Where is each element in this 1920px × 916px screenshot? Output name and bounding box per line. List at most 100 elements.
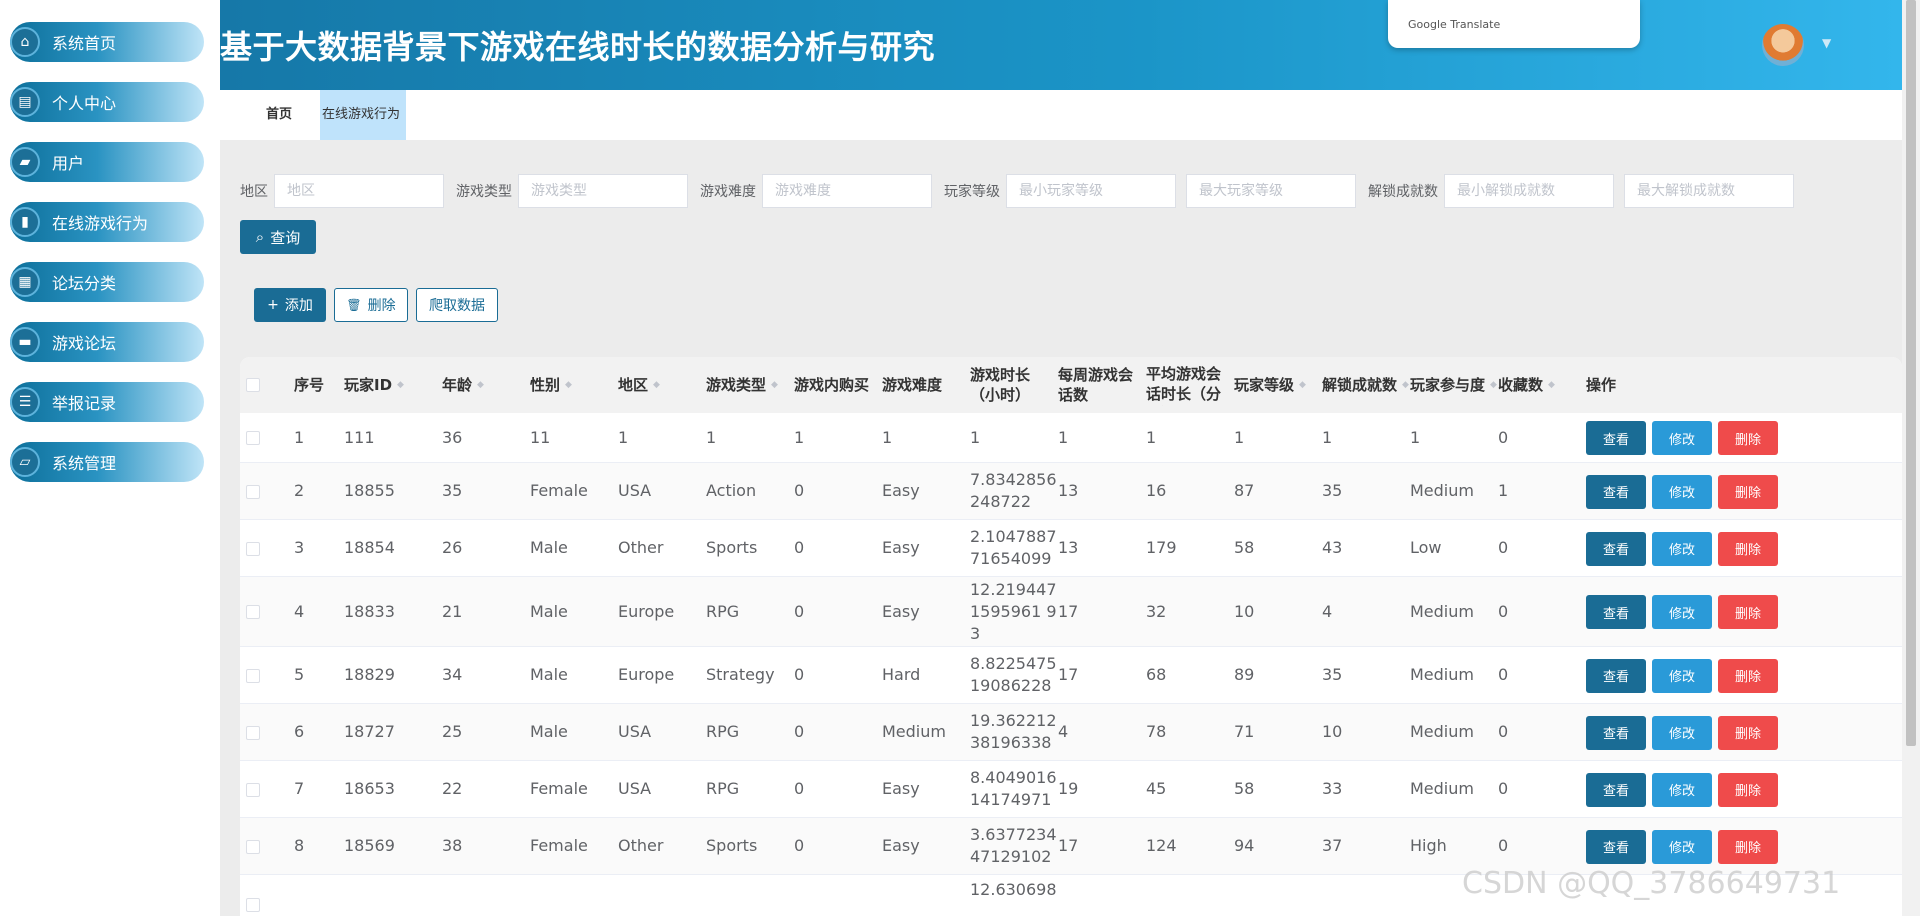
sort-caret-icon[interactable]: ◆ <box>653 375 660 395</box>
edit-row-button[interactable]: 修改 <box>1652 595 1712 629</box>
cell-achievements: 43 <box>1322 538 1343 557</box>
edit-row-button[interactable]: 修改 <box>1652 715 1712 750</box>
genre-input[interactable]: 游戏类型 <box>518 174 688 208</box>
column-header-gender[interactable]: 性别 ◆ <box>530 357 610 413</box>
sort-caret-icon[interactable]: ◆ <box>565 375 572 395</box>
column-header-genre[interactable]: 游戏类型 ◆ <box>706 357 794 413</box>
cell-sessions: 4 <box>1058 722 1069 741</box>
avatar[interactable] <box>1762 24 1804 66</box>
view-row-button[interactable]: 查看 <box>1586 658 1646 693</box>
google-translate-popup[interactable]: Google Translate <box>1388 0 1640 48</box>
sidebar-item-home[interactable]: ⌂ 系统首页 <box>10 22 204 62</box>
row-checkbox[interactable] <box>246 431 260 445</box>
delete-row-button[interactable]: 删除 <box>1718 772 1778 807</box>
sidebar-item-forum-category[interactable]: ▦ 论坛分类 <box>10 262 204 302</box>
tab-home[interactable]: 首页 <box>266 90 292 140</box>
edit-row-button[interactable]: 修改 <box>1652 829 1712 864</box>
sidebar-item-label: 系统管理 <box>52 454 117 473</box>
delete-row-button[interactable]: 删除 <box>1718 421 1778 455</box>
level-max-input[interactable]: 最大玩家等级 <box>1186 174 1356 208</box>
cell-purchases <box>794 875 882 916</box>
select-all-checkbox[interactable] <box>246 378 260 392</box>
cell-player-id: 111 <box>344 427 375 447</box>
level-min-input[interactable]: 最小玩家等级 <box>1006 174 1176 208</box>
view-row-button[interactable]: 查看 <box>1586 531 1646 566</box>
sidebar-item-online-game-behavior[interactable]: ▮ 在线游戏行为 <box>10 202 204 242</box>
sort-caret-icon[interactable]: ◆ <box>397 375 404 395</box>
sidebar-item-report-records[interactable]: ☰ 举报记录 <box>10 382 204 422</box>
cell-genre: Sports <box>706 538 758 557</box>
region-input[interactable]: 地区 <box>274 174 444 208</box>
row-checkbox[interactable] <box>246 484 260 499</box>
cell-genre: Sports <box>706 836 758 855</box>
add-button[interactable]: + 添加 <box>254 288 326 322</box>
delete-row-button[interactable]: 删除 <box>1718 474 1778 509</box>
view-row-button[interactable]: 查看 <box>1586 829 1646 864</box>
scrollbar-thumb[interactable] <box>1906 0 1916 746</box>
view-row-button[interactable]: 查看 <box>1586 715 1646 750</box>
row-checkbox[interactable] <box>246 839 260 854</box>
delete-row-button[interactable]: 删除 <box>1718 829 1778 864</box>
sidebar-item-users[interactable]: ▰ 用户 <box>10 142 204 182</box>
query-button[interactable]: ⌕ 查询 <box>240 220 316 254</box>
batch-delete-button[interactable]: 🗑 删除 <box>334 288 408 322</box>
edit-row-button[interactable]: 修改 <box>1652 658 1712 693</box>
sort-caret-icon[interactable]: ◆ <box>771 375 778 395</box>
sort-caret-icon[interactable]: ◆ <box>1548 375 1555 395</box>
edit-row-button[interactable]: 修改 <box>1652 421 1712 455</box>
cell-gender: Male <box>530 538 568 557</box>
achievements-max-input[interactable]: 最大解锁成就数 <box>1624 174 1794 208</box>
cell-avg-session: 45 <box>1146 779 1167 798</box>
column-header-label: 游戏难度 <box>882 376 943 394</box>
view-row-button[interactable]: 查看 <box>1586 474 1646 509</box>
column-header-player-id[interactable]: 玩家ID ◆ <box>344 357 434 413</box>
column-header-favorites[interactable]: 收藏数 ◆ <box>1498 357 1586 413</box>
cell-player-id: 18855 <box>344 481 395 500</box>
cell-age: 22 <box>442 779 463 798</box>
sidebar-item-system-management[interactable]: ▱ 系统管理 <box>10 442 204 482</box>
achievements-min-input[interactable]: 最小解锁成就数 <box>1444 174 1614 208</box>
sidebar: ⌂ 系统首页 ▤ 个人中心 ▰ 用户 ▮ 在线游戏行为 ▦ 论坛分类 ▬ 游戏论坛 ☰ 举报… <box>0 0 220 916</box>
sidebar-item-personal-center[interactable]: ▤ 个人中心 <box>10 82 204 122</box>
sidebar-item-label: 用户 <box>52 154 85 173</box>
tab-online-game-behavior[interactable]: 在线游戏行为 <box>320 90 406 140</box>
sort-caret-icon[interactable]: ◆ <box>477 375 484 395</box>
edit-row-button[interactable]: 修改 <box>1652 531 1712 566</box>
sort-caret-icon[interactable]: ◆ <box>1490 375 1497 395</box>
cell-index: 1 <box>294 427 305 447</box>
row-checkbox[interactable] <box>246 668 260 683</box>
row-checkbox[interactable] <box>246 605 260 619</box>
cell-avg-session: 1 <box>1146 427 1157 447</box>
difficulty-input[interactable]: 游戏难度 <box>762 174 932 208</box>
row-checkbox[interactable] <box>246 725 260 740</box>
page-scrollbar[interactable] <box>1902 0 1920 916</box>
caret-down-icon[interactable]: ▼ <box>1822 36 1831 50</box>
column-header-level[interactable]: 玩家等级 ◆ <box>1234 357 1322 413</box>
sidebar-item-label: 在线游戏行为 <box>52 214 149 233</box>
column-header-engagement[interactable]: 玩家参与度 ◆ <box>1410 357 1498 413</box>
edit-row-button[interactable]: 修改 <box>1652 474 1712 509</box>
sort-caret-icon[interactable]: ◆ <box>1299 375 1306 395</box>
edit-row-button[interactable]: 修改 <box>1652 772 1712 807</box>
row-checkbox[interactable] <box>246 541 260 556</box>
delete-row-button[interactable]: 删除 <box>1718 595 1778 629</box>
table-header: 序号 玩家ID ◆ 年龄 ◆ 性别 ◆ 地区 ◆ 游戏类型 ◆ 游戏内购买 游戏难度 游戏时长（小时） 每周… <box>240 357 1902 413</box>
sidebar-item-game-forum[interactable]: ▬ 游戏论坛 <box>10 322 204 362</box>
table-row: 4 18833 21 Male Europe RPG 0 Easy 12.21944715959… <box>240 577 1902 647</box>
view-row-button[interactable]: 查看 <box>1586 595 1646 629</box>
crawl-data-button[interactable]: 爬取数据 <box>416 288 498 322</box>
plus-icon: + <box>267 297 279 313</box>
delete-row-button[interactable]: 删除 <box>1718 658 1778 693</box>
view-row-button[interactable]: 查看 <box>1586 772 1646 807</box>
sort-caret-icon[interactable]: ◆ <box>1402 375 1409 395</box>
delete-row-button[interactable]: 删除 <box>1718 715 1778 750</box>
column-header-region[interactable]: 地区 ◆ <box>618 357 698 413</box>
delete-row-button[interactable]: 删除 <box>1718 531 1778 566</box>
view-row-button[interactable]: 查看 <box>1586 421 1646 455</box>
column-header-age[interactable]: 年龄 ◆ <box>442 357 522 413</box>
cell-age: 35 <box>442 481 463 500</box>
row-checkbox[interactable] <box>246 898 260 912</box>
cell-age: 34 <box>442 665 463 684</box>
row-checkbox[interactable] <box>246 782 260 797</box>
column-header-achievements[interactable]: 解锁成就数 ◆ <box>1322 357 1410 413</box>
